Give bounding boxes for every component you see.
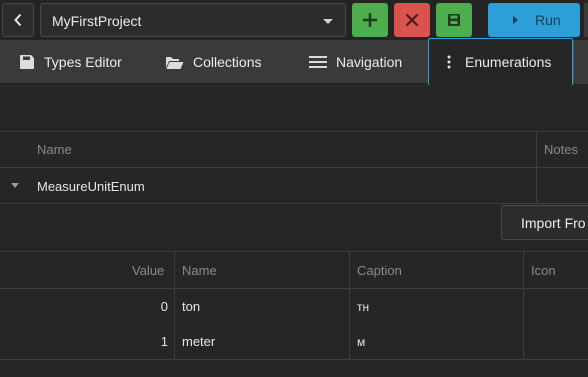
- column-divider: [523, 251, 524, 359]
- column-header-name[interactable]: Name: [37, 142, 72, 157]
- toolbar: MyFirstProject Run: [0, 0, 588, 40]
- folder-open-icon: [165, 55, 184, 70]
- divider: [0, 167, 588, 168]
- save-disk-icon: [19, 54, 35, 70]
- divider: [0, 251, 588, 252]
- name-cell: ton: [182, 299, 201, 314]
- divider: [0, 131, 588, 132]
- name-cell: meter: [182, 334, 216, 349]
- tab-enumerations[interactable]: Enumerations: [428, 38, 573, 85]
- project-select-value: MyFirstProject: [52, 13, 142, 29]
- value-cell: 0: [160, 299, 168, 314]
- enum-name-cell: MeasureUnitEnum: [37, 179, 145, 194]
- save-disk-icon: [448, 14, 460, 26]
- tab-types-editor[interactable]: Types Editor: [19, 40, 122, 84]
- column-divider: [349, 251, 350, 359]
- divider: [0, 288, 588, 289]
- delete-button[interactable]: [394, 3, 430, 37]
- hamburger-menu-icon: [309, 55, 327, 69]
- play-icon: [513, 16, 518, 24]
- toolbar-overflow-edge: [584, 3, 588, 37]
- plus-icon: [363, 13, 377, 27]
- column-header-caption[interactable]: Caption: [357, 263, 402, 278]
- caret-down-icon[interactable]: [11, 183, 19, 188]
- back-button[interactable]: [2, 3, 34, 37]
- save-button[interactable]: [436, 3, 472, 37]
- chevron-left-icon: [14, 13, 22, 27]
- column-header-value[interactable]: Value: [132, 263, 164, 278]
- project-select[interactable]: MyFirstProject: [40, 3, 346, 37]
- tab-navigation[interactable]: Navigation: [309, 40, 402, 84]
- tab-label: Collections: [193, 54, 262, 70]
- tab-bar-overflow: [573, 40, 588, 84]
- caption-cell: тн: [357, 300, 370, 314]
- vertical-dots-icon: [447, 55, 451, 69]
- column-header-icon[interactable]: Icon: [531, 263, 556, 278]
- tab-label: Types Editor: [44, 54, 122, 70]
- divider: [0, 359, 588, 360]
- tab-label: Navigation: [336, 54, 403, 70]
- import-button[interactable]: Import Fro: [501, 205, 588, 240]
- column-header-notes[interactable]: Notes: [544, 142, 578, 157]
- tab-bar: Types Editor Collections Navigation Enum…: [0, 38, 588, 85]
- run-button[interactable]: Run: [488, 3, 580, 37]
- column-header-name[interactable]: Name: [182, 263, 217, 278]
- add-button[interactable]: [352, 3, 388, 37]
- run-button-label: Run: [535, 12, 561, 28]
- close-icon: [405, 13, 419, 27]
- column-divider: [174, 251, 175, 359]
- tab-label: Enumerations: [465, 54, 552, 70]
- caption-cell: м: [357, 335, 366, 349]
- divider: [0, 203, 588, 204]
- tab-collections[interactable]: Collections: [165, 40, 261, 84]
- value-cell: 1: [160, 334, 168, 349]
- chevron-down-icon: [323, 19, 333, 24]
